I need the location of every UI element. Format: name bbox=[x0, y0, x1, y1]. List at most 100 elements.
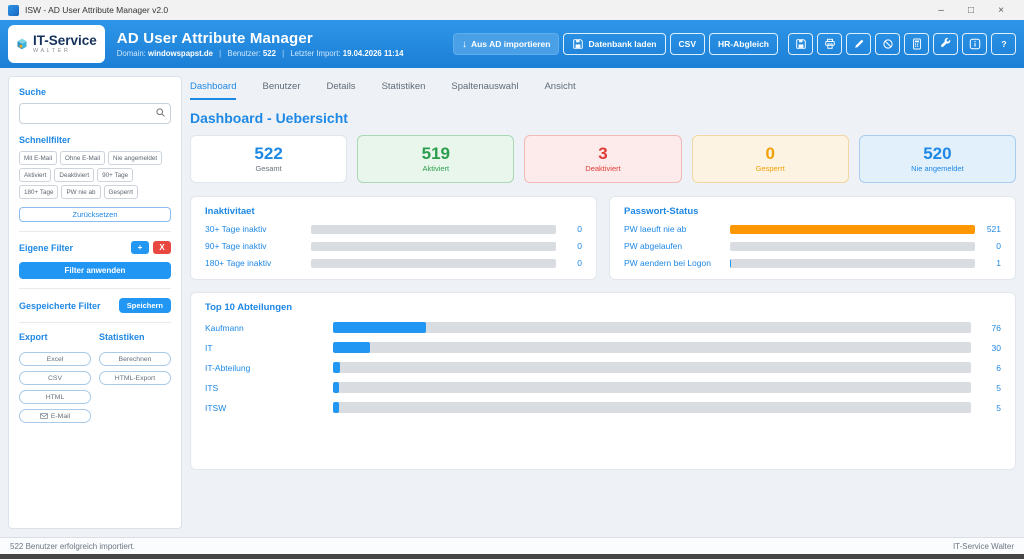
bar-fill bbox=[730, 259, 731, 268]
statistics-button[interactable]: Berechnen bbox=[99, 352, 171, 366]
own-filters-label: Eigene Filter bbox=[19, 243, 127, 253]
help-button[interactable]: ? bbox=[991, 33, 1016, 55]
bar-track bbox=[333, 402, 971, 413]
status-bar: 522 Benutzer erfolgreich importiert. IT-… bbox=[0, 537, 1024, 554]
bar-value: 30 bbox=[971, 343, 1001, 353]
info-button[interactable] bbox=[962, 33, 987, 55]
status-message: 522 Benutzer erfolgreich importiert. bbox=[10, 542, 135, 551]
pencil-button[interactable] bbox=[846, 33, 871, 55]
quickfilter-chip[interactable]: 180+ Tage bbox=[19, 185, 58, 199]
main-area: Suche Schnellfilter Mit E-MailOhne E-Mai… bbox=[0, 68, 1024, 537]
quickfilter-chip[interactable]: Mit E-Mail bbox=[19, 151, 57, 165]
csv-button[interactable]: CSV bbox=[670, 33, 705, 55]
envelope-icon bbox=[40, 413, 48, 419]
add-filter-button[interactable]: + bbox=[131, 241, 149, 254]
bar-row: 90+ Tage inaktiv0 bbox=[205, 241, 582, 251]
bar-value: 5 bbox=[971, 383, 1001, 393]
wrench-button[interactable] bbox=[933, 33, 958, 55]
save-filter-button[interactable]: Speichern bbox=[119, 298, 171, 313]
bar-row: ITSW5 bbox=[205, 402, 1001, 413]
bar-track bbox=[730, 242, 975, 251]
tab-statistiken[interactable]: Statistiken bbox=[382, 76, 426, 100]
hr-sync-button[interactable]: HR-Abgleich bbox=[709, 33, 778, 55]
stat-card: 520Nie angemeldet bbox=[859, 135, 1016, 183]
bar-row: IT30 bbox=[205, 342, 1001, 353]
bar-fill bbox=[730, 225, 975, 234]
stat-value: 522 bbox=[254, 145, 282, 163]
bar-row: 30+ Tage inaktiv0 bbox=[205, 224, 582, 234]
quickfilter-chip[interactable]: Ohne E-Mail bbox=[60, 151, 105, 165]
remove-filter-button[interactable]: X bbox=[153, 241, 171, 254]
bar-label: 30+ Tage inaktiv bbox=[205, 224, 311, 234]
quickfilter-chip[interactable]: Aktiviert bbox=[19, 168, 51, 182]
bar-value: 0 bbox=[556, 241, 582, 251]
bar-fill bbox=[333, 382, 339, 393]
logo: IT-Service WALTER bbox=[8, 25, 105, 63]
export-button[interactable]: Excel bbox=[19, 352, 91, 366]
reset-filters-button[interactable]: Zurücksetzen bbox=[19, 207, 171, 222]
export-button[interactable]: CSV bbox=[19, 371, 91, 385]
tab-ansicht[interactable]: Ansicht bbox=[544, 76, 575, 100]
maximize-button[interactable]: □ bbox=[956, 5, 986, 16]
bar-track bbox=[333, 362, 971, 373]
stat-value: 519 bbox=[422, 145, 450, 163]
departments-panel: Top 10 Abteilungen Kaufmann76IT30IT-Abte… bbox=[190, 292, 1016, 470]
quickfilter-chip[interactable]: Deaktiviert bbox=[54, 168, 94, 182]
tab-dashboard[interactable]: Dashboard bbox=[190, 76, 236, 100]
info-icon bbox=[969, 38, 981, 50]
bar-row: 180+ Tage inaktiv0 bbox=[205, 258, 582, 268]
export-button[interactable]: E-Mail bbox=[19, 409, 91, 423]
close-button[interactable]: × bbox=[986, 5, 1016, 16]
tab-bar: Dashboard Benutzer Details Statistiken Spalt… bbox=[190, 76, 1016, 100]
stat-card: 522Gesamt bbox=[190, 135, 347, 183]
tab-benutzer[interactable]: Benutzer bbox=[262, 76, 300, 100]
calculator-button[interactable] bbox=[904, 33, 929, 55]
bar-track bbox=[311, 225, 556, 234]
stat-value: 520 bbox=[923, 145, 951, 163]
content-area: Dashboard Benutzer Details Statistiken Spalt… bbox=[190, 76, 1016, 529]
bar-row: ITS5 bbox=[205, 382, 1001, 393]
status-brand: IT-Service Walter bbox=[953, 542, 1014, 551]
load-database-button[interactable]: Datenbank laden bbox=[563, 33, 665, 55]
stat-value: 0 bbox=[765, 145, 774, 163]
stat-card: 3Deaktiviert bbox=[524, 135, 681, 183]
search-input[interactable] bbox=[19, 103, 171, 124]
bar-track bbox=[730, 225, 975, 234]
bar-track bbox=[311, 242, 556, 251]
export-button[interactable]: HTML bbox=[19, 390, 91, 404]
app-title: AD User Attribute Manager bbox=[117, 30, 404, 47]
statistics-buttons: Berechnen HTML-Export bbox=[99, 352, 171, 423]
sidebar: Suche Schnellfilter Mit E-MailOhne E-Mai… bbox=[8, 76, 182, 529]
block-button[interactable] bbox=[875, 33, 900, 55]
statistics-button[interactable]: HTML-Export bbox=[99, 371, 171, 385]
floppy-button[interactable] bbox=[788, 33, 813, 55]
tab-details[interactable]: Details bbox=[327, 76, 356, 100]
bar-track bbox=[730, 259, 975, 268]
stat-label: Gesperrt bbox=[756, 164, 785, 173]
bar-row: PW abgelaufen0 bbox=[624, 241, 1001, 251]
download-icon: ↓ bbox=[462, 39, 467, 50]
apply-filter-button[interactable]: Filter anwenden bbox=[19, 262, 171, 279]
password-bars: PW laeuft nie ab521PW abgelaufen0PW aend… bbox=[624, 224, 1001, 268]
window-bottom-edge bbox=[0, 554, 1024, 559]
stat-cards: 522Gesamt519Aktiviert3Deaktiviert 0Gesper… bbox=[190, 135, 1016, 183]
quickfilter-chip[interactable]: 90+ Tage bbox=[97, 168, 133, 182]
app-icon bbox=[8, 5, 19, 16]
quickfilter-chip[interactable]: Gesperrt bbox=[104, 185, 139, 199]
quickfilter-chip[interactable]: Nie angemeldet bbox=[108, 151, 162, 165]
bar-label: Kaufmann bbox=[205, 323, 333, 333]
stat-label: Deaktiviert bbox=[585, 164, 620, 173]
minimize-button[interactable]: – bbox=[926, 5, 956, 16]
bar-label: PW laeuft nie ab bbox=[624, 224, 730, 234]
stat-card: 519Aktiviert bbox=[357, 135, 514, 183]
bar-value: 1 bbox=[975, 258, 1001, 268]
logo-subtext: WALTER bbox=[33, 48, 97, 54]
quickfilter-chip[interactable]: PW nie ab bbox=[61, 185, 100, 199]
bar-label: IT-Abteilung bbox=[205, 363, 333, 373]
export-label: Export bbox=[19, 332, 91, 342]
statistics-label: Statistiken bbox=[99, 332, 171, 342]
tab-spaltenauswahl[interactable]: Spaltenauswahl bbox=[451, 76, 518, 100]
printer-button[interactable] bbox=[817, 33, 842, 55]
bar-row: Kaufmann76 bbox=[205, 322, 1001, 333]
import-ad-button[interactable]: ↓ Aus AD importieren bbox=[453, 33, 560, 55]
